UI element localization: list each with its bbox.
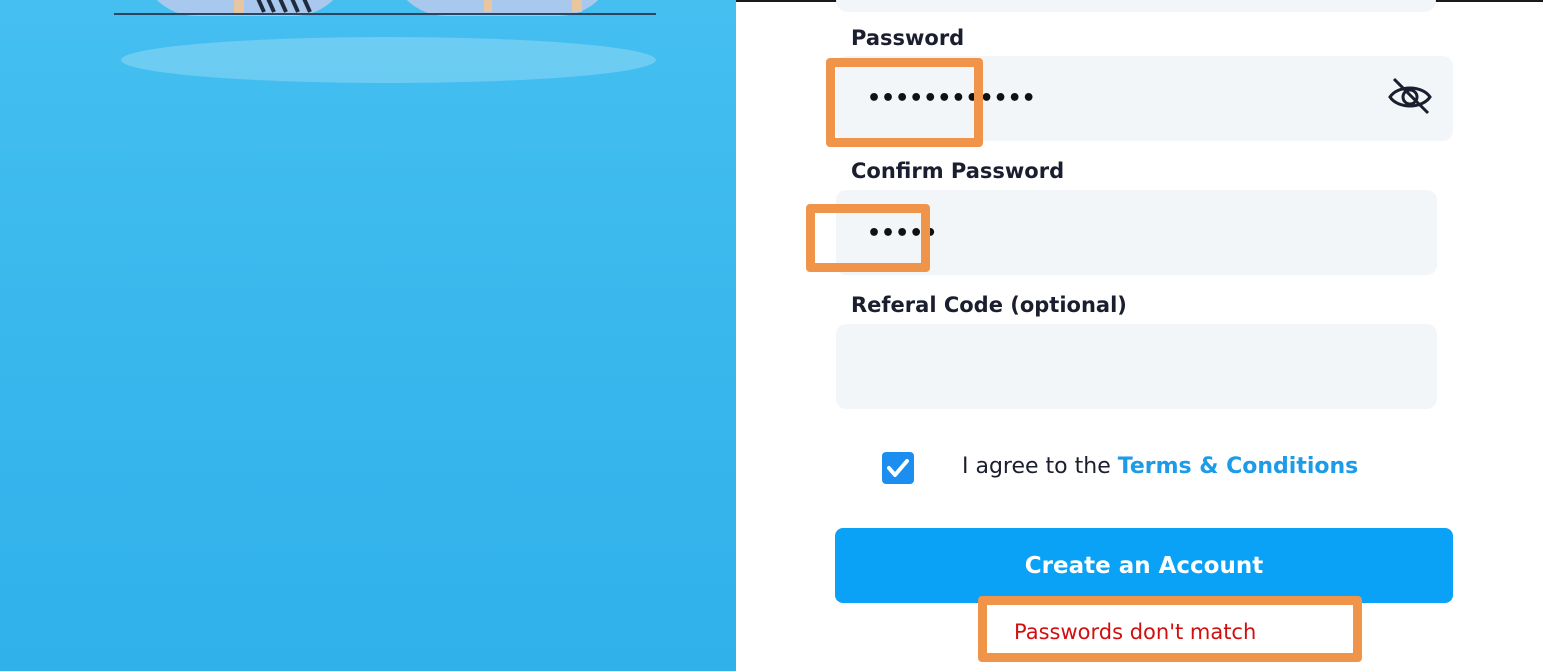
terms-link[interactable]: Terms & Conditions [1118,454,1359,479]
illustration-detail [572,0,582,12]
terms-prefix: I agree to the [962,454,1118,479]
eye-slash-icon[interactable] [1386,75,1434,117]
password-label: Password [851,26,965,50]
create-account-button[interactable]: Create an Account [835,528,1453,603]
terms-text: I agree to the Terms & Conditions [962,454,1358,479]
terms-checkbox[interactable] [882,452,914,484]
referral-code-field[interactable] [836,324,1437,409]
illustration-panel [0,0,736,671]
previous-field-edge [836,0,1436,12]
password-mismatch-error: Passwords don't match [1014,620,1257,644]
checkmark-icon [887,459,909,477]
illustration-detail [234,0,244,14]
confirm-password-highlight-box [806,204,930,272]
illustration-detail [484,0,492,12]
illustration-ladder-icon [256,0,312,13]
illustration-ground-line [114,13,656,15]
password-highlight-box [826,58,983,147]
referral-code-label: Referal Code (optional) [851,293,1127,317]
illustration-shadow [121,37,656,83]
confirm-password-label: Confirm Password [851,159,1065,183]
